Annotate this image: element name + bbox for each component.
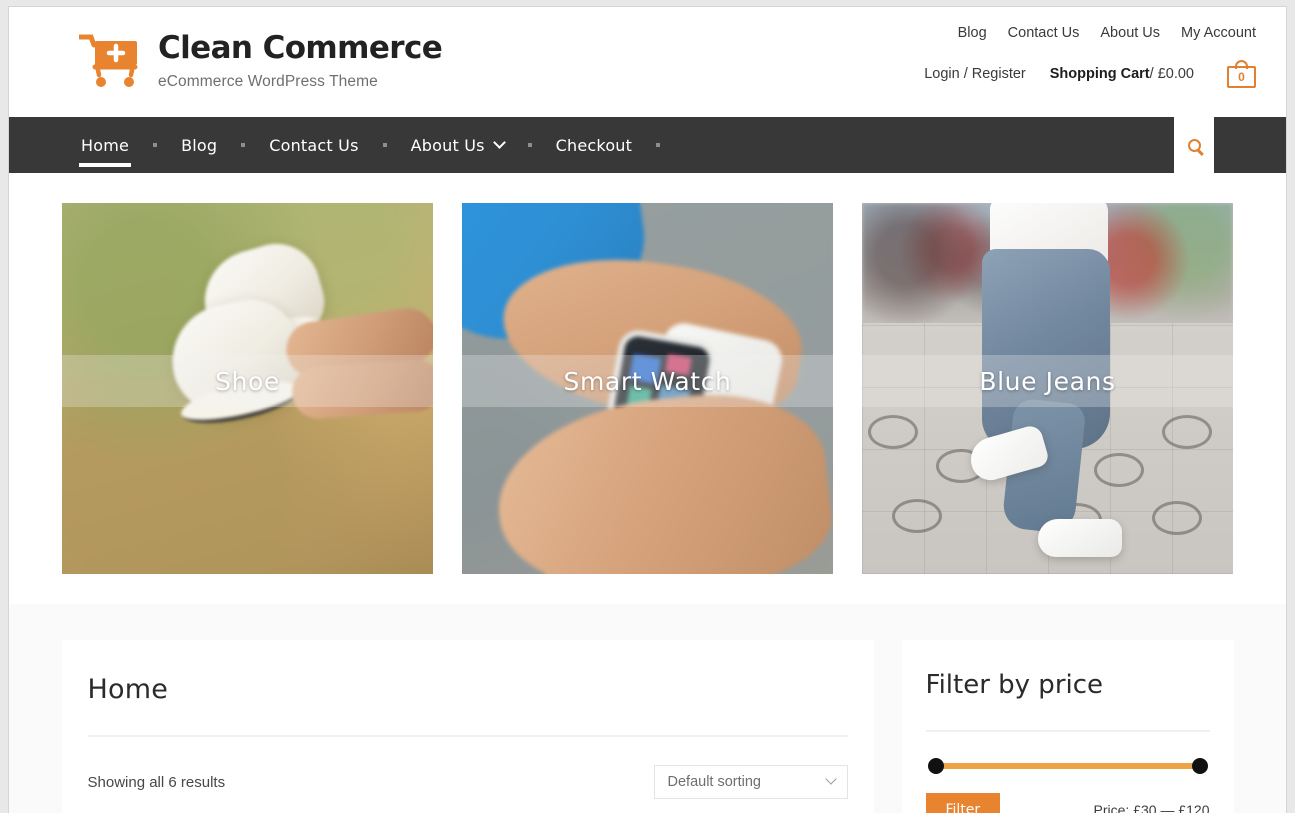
category-banner-smart-watch[interactable]: Smart Watch [462, 203, 833, 574]
brand-title: Clean Commerce [158, 30, 443, 66]
nav-item-checkout[interactable]: Checkout [554, 117, 634, 173]
account-row: Login / Register Shopping Cart/ £0.00 0 [924, 60, 1256, 88]
banner-label: Blue Jeans [979, 366, 1116, 396]
category-banner-shoe[interactable]: Shoe [62, 203, 433, 574]
shop-main-column: Home Showing all 6 results Default sorti… [61, 640, 874, 813]
chevron-down-icon [492, 135, 506, 149]
nav-separator-dot [153, 143, 158, 147]
site-header: Clean Commerce eCommerce WordPress Theme… [9, 7, 1286, 117]
nav-item-label: Contact Us [269, 135, 359, 155]
cart-separator: / [1149, 66, 1154, 82]
search-button[interactable] [1174, 117, 1214, 173]
banner-label: Shoe [215, 366, 280, 396]
filter-widget-title: Filter by price [925, 670, 1104, 700]
browser-viewport: Clean Commerce eCommerce WordPress Theme… [0, 0, 1295, 813]
banner-label: Smart Watch [563, 366, 732, 396]
header-right: Blog Contact Us About Us My Account Logi… [924, 25, 1256, 88]
nav-item-label: Blog [181, 135, 218, 155]
shop-toolbar: Showing all 6 results Default sorting [88, 737, 848, 799]
nav-item-blog[interactable]: Blog [179, 117, 219, 173]
top-link-contact-us[interactable]: Contact Us [1008, 25, 1080, 41]
top-link-blog[interactable]: Blog [958, 25, 987, 41]
brand-tagline: eCommerce WordPress Theme [158, 72, 378, 90]
top-links: Blog Contact Us About Us My Account [924, 25, 1256, 41]
nav-item-about-us[interactable]: About Us [409, 117, 506, 173]
search-icon [1187, 138, 1201, 152]
nav-item-home[interactable]: Home [79, 117, 132, 173]
sorting-selected-value: Default sorting [667, 774, 762, 790]
content-inner: Home Showing all 6 results Default sorti… [61, 640, 1234, 813]
nav-items: Home Blog Contact Us About Us Checkout [79, 117, 682, 173]
main-navigation: Home Blog Contact Us About Us Checkout [9, 117, 1286, 173]
filter-row: Filter Price: £30 — £120 [925, 793, 1210, 813]
banner-label-band: Shoe [62, 355, 433, 408]
widget-divider [925, 730, 1210, 732]
top-link-my-account[interactable]: My Account [1181, 25, 1256, 41]
category-banners: Shoe Smart Watch Blue Jeans [9, 173, 1286, 604]
nav-item-contact-us[interactable]: Contact Us [267, 117, 360, 173]
price-range-label: Price: £30 — £120 [1093, 802, 1210, 813]
filter-button[interactable]: Filter [925, 793, 1001, 813]
brand-text: Clean Commerce eCommerce WordPress Theme [158, 30, 443, 91]
cart-label: Shopping Cart [1049, 66, 1150, 82]
content-area: Home Showing all 6 results Default sorti… [9, 604, 1286, 813]
white-sneaker-shape [1038, 519, 1122, 557]
site-branding[interactable]: Clean Commerce eCommerce WordPress Theme [79, 30, 443, 91]
nav-separator-dot [241, 143, 246, 147]
cart-total: £0.00 [1157, 66, 1194, 82]
cart-count-badge: 0 [1227, 66, 1256, 88]
nav-item-label: Checkout [555, 135, 633, 155]
category-banner-blue-jeans[interactable]: Blue Jeans [862, 203, 1233, 574]
slider-handle-max[interactable] [1191, 758, 1208, 774]
nav-separator-dot [656, 143, 661, 147]
banner-label-band: Blue Jeans [862, 355, 1233, 408]
nav-separator-dot [527, 143, 532, 147]
top-link-about-us[interactable]: About Us [1100, 25, 1160, 41]
shopping-cart-plus-icon [79, 34, 138, 87]
nav-separator-dot [382, 143, 387, 147]
result-count: Showing all 6 results [87, 773, 226, 791]
chevron-down-icon [824, 773, 837, 785]
page-root: Clean Commerce eCommerce WordPress Theme… [8, 6, 1287, 813]
shopping-bag-icon[interactable]: 0 [1227, 60, 1256, 88]
banner-label-band: Smart Watch [462, 355, 833, 408]
nav-item-label: Home [81, 135, 130, 155]
page-title: Home [87, 674, 169, 705]
cart-summary[interactable]: Shopping Cart/ £0.00 [1050, 66, 1194, 82]
login-register-link[interactable]: Login / Register [924, 66, 1026, 82]
sorting-select[interactable]: Default sorting [653, 765, 848, 799]
slider-track [935, 763, 1200, 769]
shop-sidebar: Filter by price Filter Price: £30 — £120 [901, 640, 1234, 813]
nav-item-label: About Us [410, 135, 485, 155]
slider-handle-min[interactable] [927, 758, 944, 774]
price-range-slider[interactable] [927, 758, 1208, 774]
